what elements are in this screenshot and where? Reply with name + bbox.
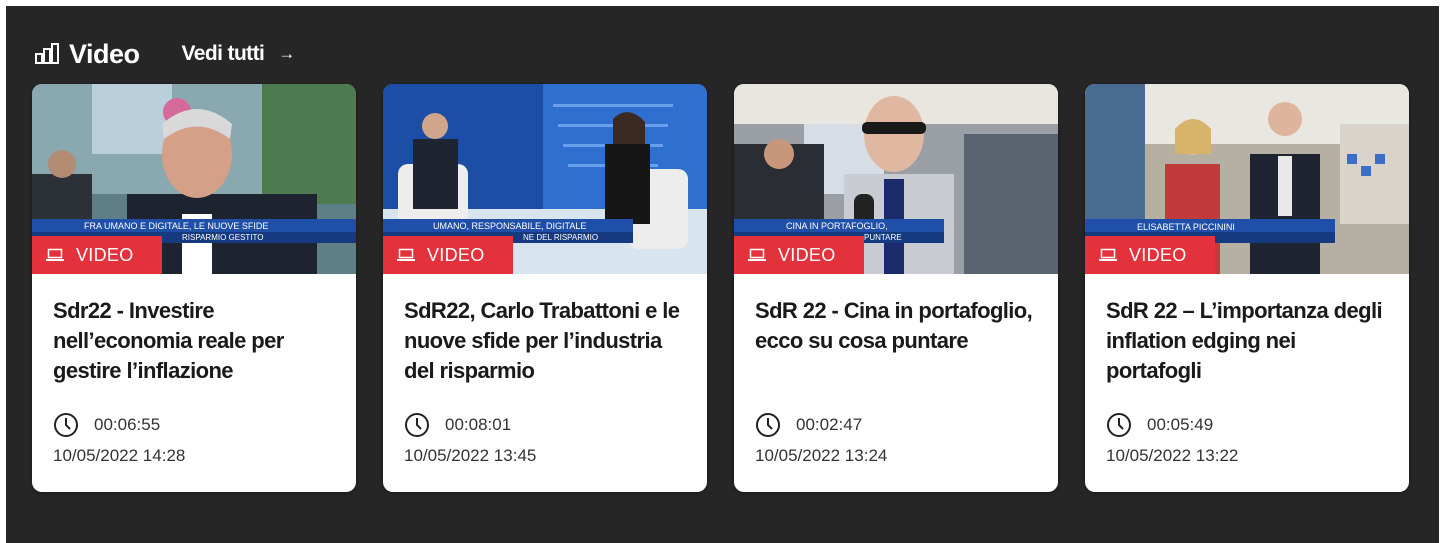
video-badge: VIDEO	[1085, 236, 1215, 274]
video-date: 10/05/2022 13:24	[755, 446, 888, 465]
arrow-right-icon: →	[278, 44, 295, 63]
video-title[interactable]: SdR22, Carlo Trabattoni e le nuove sfide…	[404, 296, 694, 386]
video-title[interactable]: SdR 22 - Cina in portafoglio, ecco su co…	[755, 296, 1045, 356]
laptop-icon	[46, 248, 64, 261]
thumb-caption-line2: RISPARMIO GESTITO	[182, 233, 264, 242]
section-title: Video	[69, 38, 140, 69]
video-meta: 00:06:55 10/05/2022 14:28	[53, 412, 185, 467]
thumb-caption-line1: CINA IN PORTAFOGLIO,	[786, 221, 888, 231]
thumb-caption-line1: UMANO, RESPONSABILE, DIGITALE	[433, 221, 586, 231]
video-card[interactable]: CINA IN PORTAFOGLIO, PUNTARE VIDEO SdR 2…	[734, 84, 1058, 492]
video-card[interactable]: UMANO, RESPONSABILE, DIGITALE NE DEL RIS…	[383, 84, 707, 492]
clock-icon	[54, 413, 78, 437]
video-badge-label: VIDEO	[778, 244, 836, 265]
video-badge-label: VIDEO	[1129, 244, 1187, 265]
video-meta: 00:02:47 10/05/2022 13:24	[755, 412, 887, 467]
clock-icon	[756, 413, 780, 437]
video-duration: 00:06:55	[94, 415, 161, 434]
video-date: 10/05/2022 14:28	[53, 446, 186, 465]
video-date: 10/05/2022 13:45	[404, 446, 537, 465]
laptop-icon	[748, 248, 766, 261]
video-badge-label: VIDEO	[76, 244, 134, 265]
section-header: Video Vedi tutti →	[34, 34, 295, 74]
video-badge: VIDEO	[383, 236, 513, 274]
thumb-caption-line2: NE DEL RISPARMIO	[523, 233, 598, 242]
video-badge: VIDEO	[734, 236, 864, 274]
video-date: 10/05/2022 13:22	[1106, 446, 1239, 465]
see-all-link[interactable]: Vedi tutti →	[181, 42, 296, 66]
video-title[interactable]: SdR 22 – L’importanza degli inflation ed…	[1106, 296, 1396, 386]
video-duration: 00:02:47	[796, 415, 863, 434]
video-card[interactable]: FRA UMANO E DIGITALE, LE NUOVE SFIDE RIS…	[32, 84, 356, 492]
laptop-icon	[397, 248, 415, 261]
thumb-caption-line1: ELISABETTA PICCININI	[1137, 222, 1235, 232]
video-duration: 00:05:49	[1147, 415, 1214, 434]
video-meta: 00:05:49 10/05/2022 13:22	[1106, 412, 1238, 467]
video-title[interactable]: Sdr22 - Investire nell’economia reale pe…	[53, 296, 343, 386]
video-meta: 00:08:01 10/05/2022 13:45	[404, 412, 536, 467]
video-section: Video Vedi tutti → FRA UMANO E DIGITALE,…	[6, 6, 1439, 543]
see-all-label: Vedi tutti	[181, 42, 265, 65]
laptop-icon	[1099, 248, 1117, 261]
thumb-caption-line1: FRA UMANO E DIGITALE, LE NUOVE SFIDE	[84, 221, 268, 231]
clock-icon	[1107, 413, 1131, 437]
video-badge: VIDEO	[32, 236, 162, 274]
bar-chart-icon	[35, 43, 59, 64]
video-badge-label: VIDEO	[427, 244, 485, 265]
video-card[interactable]: ELISABETTA PICCININI VIDEO SdR 22 – L’im…	[1085, 84, 1409, 492]
clock-icon	[405, 413, 429, 437]
video-duration: 00:08:01	[445, 415, 512, 434]
thumb-caption-line2: PUNTARE	[864, 233, 902, 242]
